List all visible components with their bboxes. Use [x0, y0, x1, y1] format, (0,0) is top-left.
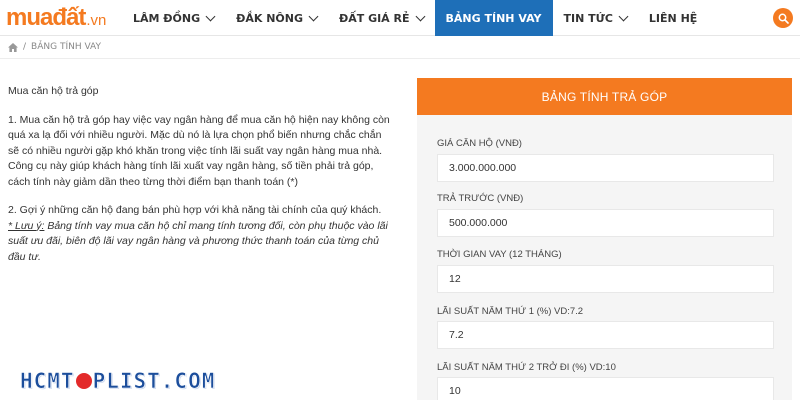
chevron-down-icon — [618, 11, 629, 21]
nav-item-dak-nong[interactable]: ĐẮK NÔNG — [225, 0, 328, 36]
price-input[interactable]: 3.000.000.000 — [437, 154, 774, 182]
down-payment-input[interactable]: 500.000.000 — [437, 209, 774, 237]
calculator-title: BẢNG TÍNH TRẢ GÓP — [417, 78, 792, 115]
note-text-plain: Bảng tính vay mua căn hộ — [44, 219, 173, 232]
site-logo[interactable]: muađất .vn — [6, 5, 106, 31]
nav-item-lien-he[interactable]: LIÊN HỆ — [638, 0, 708, 36]
search-button[interactable] — [773, 8, 793, 28]
rate-year-1-input[interactable]: 7.2 — [437, 321, 774, 349]
nav-label: LIÊN HỆ — [648, 11, 698, 25]
watermark-dot-icon — [75, 373, 92, 389]
article-intro: Mua căn hộ trả góp — [8, 85, 99, 97]
article-paragraph-1: 1. Mua căn hộ trả góp hay việc vay ngân … — [8, 113, 390, 188]
breadcrumb-separator: / — [23, 42, 27, 52]
divider — [0, 58, 800, 59]
chevron-down-icon — [205, 11, 216, 21]
nav-label: ĐẤT GIÁ RẺ — [339, 11, 410, 25]
main-nav: LÂM ĐỒNG ĐẮK NÔNG ĐẤT GIÁ RẺ BẢNG TÍNH V… — [122, 0, 708, 36]
top-navbar: muađất .vn LÂM ĐỒNG ĐẮK NÔNG ĐẤT GIÁ RẺ … — [0, 0, 800, 36]
nav-item-bang-tinh-vay[interactable]: BẢNG TÍNH VAY — [434, 0, 553, 36]
field-label-price: GIÁ CĂN HỘ (VNĐ) — [437, 138, 522, 149]
chevron-down-icon — [415, 11, 425, 21]
loan-term-input[interactable]: 12 — [437, 265, 774, 293]
breadcrumb: / BẢNG TÍNH VAY — [8, 40, 101, 54]
field-label-down-payment: TRẢ TRƯỚC (VNĐ) — [437, 193, 524, 204]
note-prefix: * Lưu ý: — [8, 219, 45, 232]
nav-label: TIN TỨC — [563, 11, 613, 25]
nav-item-tin-tuc[interactable]: TIN TỨC — [553, 0, 638, 36]
logo-tld: .vn — [86, 12, 107, 29]
watermark-right: PLIST.COM — [92, 369, 216, 394]
watermark-logo: HCMT PLIST.COM — [20, 366, 215, 396]
breadcrumb-current: BẢNG TÍNH VAY — [31, 42, 101, 52]
field-label-loan-term: THỜI GIAN VAY (12 THÁNG) — [437, 249, 562, 260]
nav-item-lam-dong[interactable]: LÂM ĐỒNG — [122, 0, 225, 36]
nav-label: BẢNG TÍNH VAY — [445, 11, 542, 25]
nav-label: ĐẮK NÔNG — [236, 11, 303, 25]
home-icon[interactable] — [8, 42, 18, 52]
field-label-rate-year-2: LÃI SUẤT NĂM THỨ 2 TRỞ ĐI (%) VD:10 — [437, 362, 616, 373]
field-label-rate-year-1: LÃI SUẤT NĂM THỨ 1 (%) VD:7.2 — [437, 306, 584, 317]
logo-brand: muađất — [6, 4, 86, 31]
loan-calculator: BẢNG TÍNH TRẢ GÓP GIÁ CĂN HỘ (VNĐ) 3.000… — [417, 78, 792, 400]
article-paragraph-2: 2. Gợi ý những căn hộ đang bán phù hợp v… — [8, 204, 382, 216]
nav-item-dat-gia-re[interactable]: ĐẤT GIÁ RẺ — [328, 0, 435, 36]
search-icon — [778, 13, 789, 24]
nav-label: LÂM ĐỒNG — [133, 11, 201, 25]
watermark-left: HCMT — [20, 369, 75, 394]
article-content: Mua căn hộ trả góp 1. Mua căn hộ trả góp… — [8, 84, 392, 278]
rate-year-2-input[interactable]: 10 — [437, 377, 774, 400]
chevron-down-icon — [308, 11, 319, 21]
article-note: * Lưu ý: Bảng tính vay mua căn hộ chỉ ma… — [8, 219, 392, 266]
